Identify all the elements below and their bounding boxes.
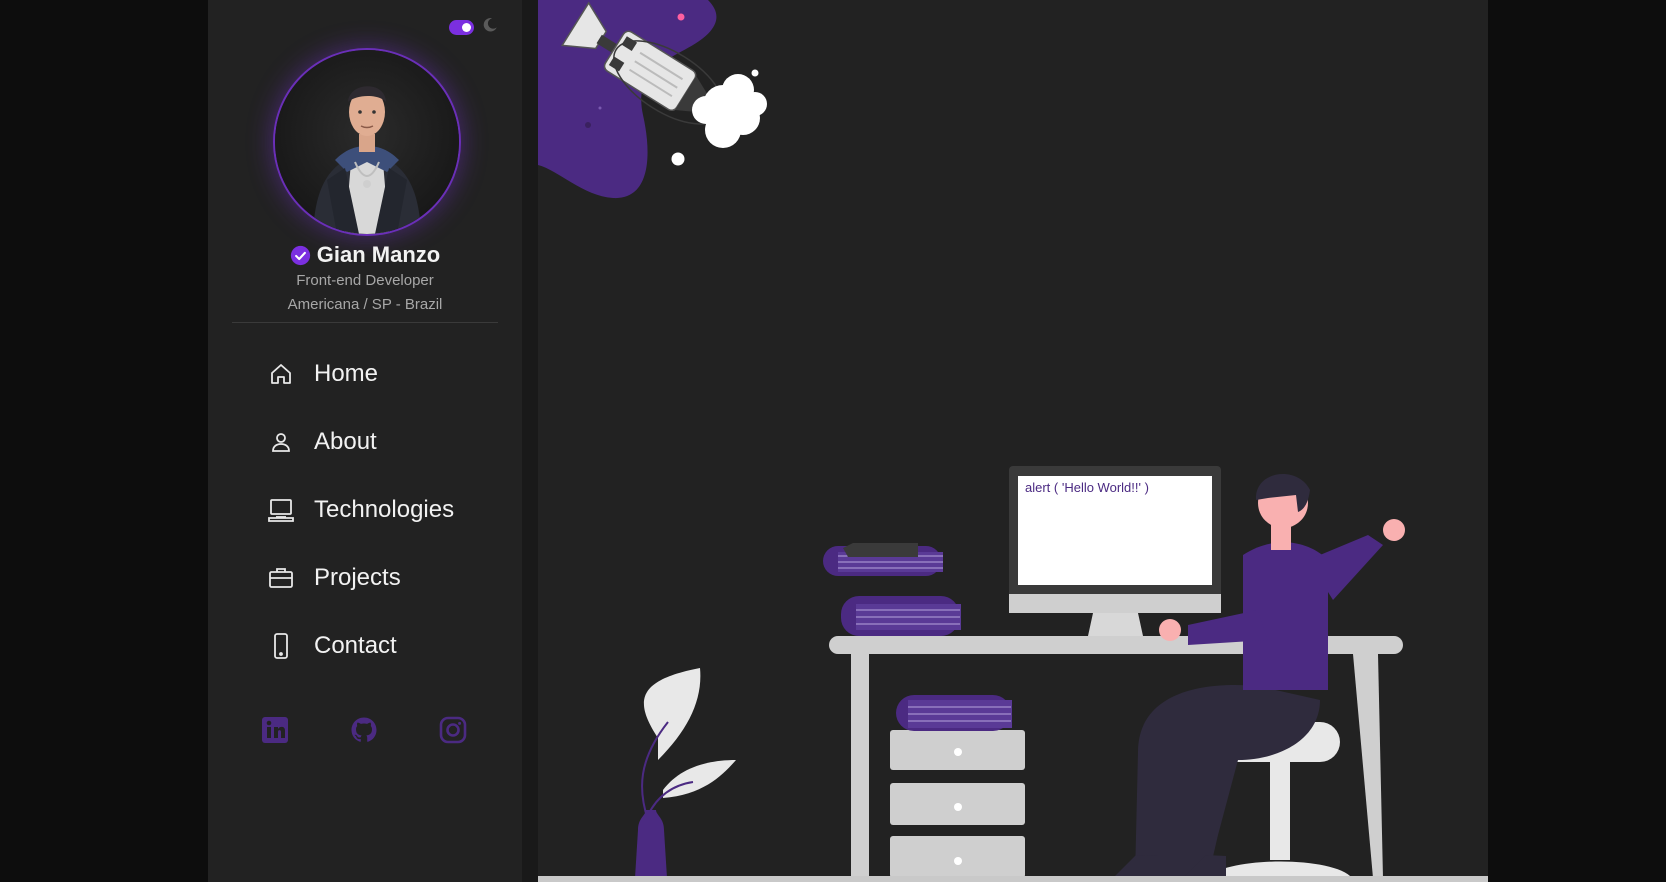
developer-illustration bbox=[538, 0, 1405, 878]
nav-label-contact: Contact bbox=[314, 632, 397, 659]
nav-item-home[interactable]: Home bbox=[268, 354, 378, 394]
github-icon[interactable] bbox=[350, 716, 378, 744]
screen-code-text: alert ( 'Hello World!!' ) bbox=[1025, 480, 1149, 495]
hero-illustration-area: alert ( 'Hello World!!' ) bbox=[538, 0, 1488, 878]
moon-icon[interactable] bbox=[481, 16, 499, 34]
main-floor-line bbox=[538, 876, 1488, 882]
linkedin-icon[interactable] bbox=[261, 716, 289, 744]
theme-toggle-knob bbox=[462, 23, 471, 32]
avatar bbox=[273, 48, 461, 236]
nav-label-about: About bbox=[314, 428, 377, 455]
nav-item-technologies[interactable]: Technologies bbox=[268, 490, 454, 530]
nav-label-technologies: Technologies bbox=[314, 496, 455, 523]
nav-item-about[interactable]: About bbox=[268, 422, 377, 462]
briefcase-icon bbox=[268, 565, 294, 591]
theme-toggle[interactable] bbox=[449, 20, 474, 35]
verified-check-icon bbox=[290, 245, 310, 265]
profile-name-row: Gian Manzo bbox=[208, 240, 522, 270]
nav-label-home: Home bbox=[314, 360, 379, 387]
profile-divider bbox=[232, 322, 498, 323]
nav-item-contact[interactable]: Contact bbox=[268, 626, 397, 666]
nav-label-projects: Projects bbox=[314, 564, 401, 591]
plant-illustration bbox=[635, 668, 736, 878]
home-icon bbox=[268, 361, 294, 387]
instagram-icon[interactable] bbox=[439, 716, 467, 744]
book-stack bbox=[823, 543, 961, 636]
profile-name: Gian Manzo bbox=[316, 242, 441, 267]
profile-role: Front-end Developer bbox=[296, 272, 434, 289]
user-icon bbox=[268, 429, 294, 455]
phone-icon bbox=[268, 633, 294, 659]
nav-item-projects[interactable]: Projects bbox=[268, 558, 401, 598]
laptop-icon bbox=[268, 497, 294, 523]
profile-location: Americana / SP - Brazil bbox=[287, 296, 443, 313]
sidebar-divider bbox=[522, 0, 538, 882]
